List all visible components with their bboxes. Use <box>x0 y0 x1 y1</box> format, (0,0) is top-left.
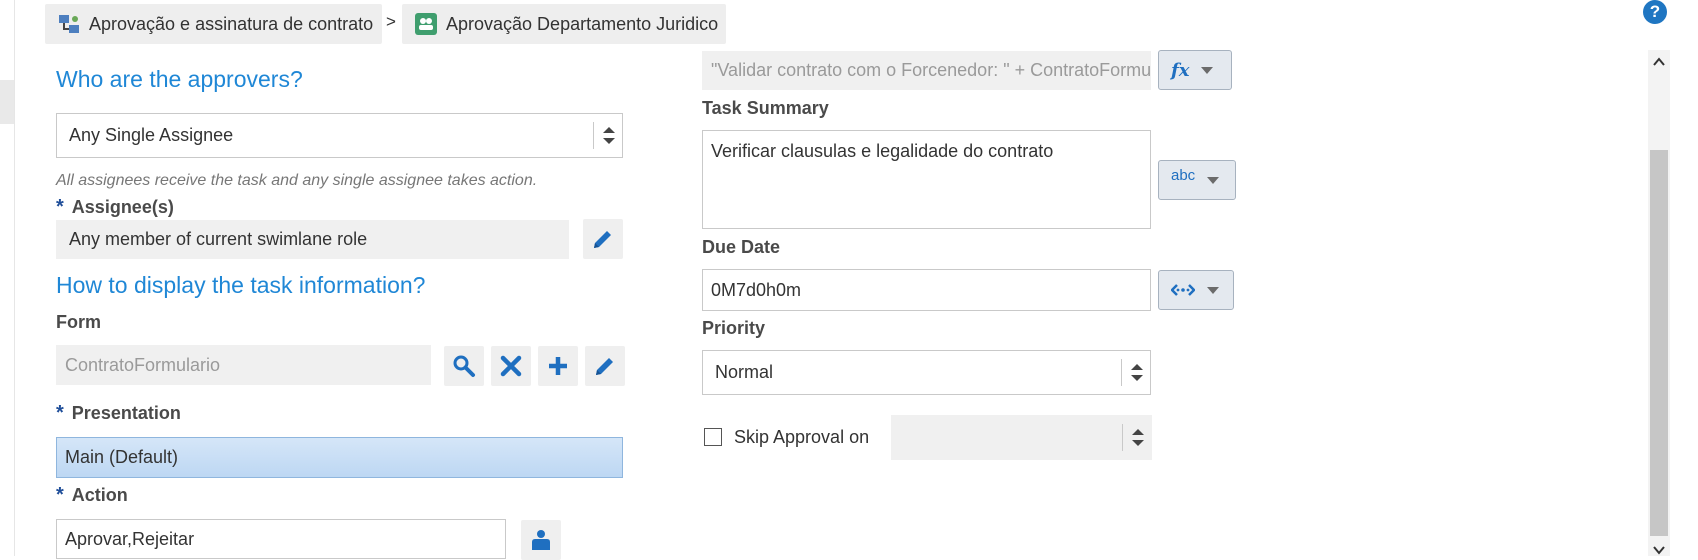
title-expression-value: "Validar contrato com o Forcenedor: " + … <box>711 60 1151 80</box>
form-value: ContratoFormulario <box>65 354 221 375</box>
pencil-icon <box>596 358 613 375</box>
breadcrumb-item-process[interactable]: Aprovação e assinatura de contrato <box>45 4 382 44</box>
assignment-type-value: Any Single Assignee <box>69 125 234 145</box>
pencil-icon <box>594 231 611 248</box>
presentation-label-text: Presentation <box>71 403 181 423</box>
close-icon <box>500 355 522 377</box>
assignment-hint: All assignees receive the task and any s… <box>56 172 538 189</box>
priority-value: Normal <box>715 362 774 382</box>
breadcrumb-item-task[interactable]: Aprovação Departamento Juridico <box>402 4 726 44</box>
breadcrumb-separator: > <box>386 12 396 31</box>
process-flow-icon <box>57 12 81 36</box>
form-field[interactable]: ContratoFormulario <box>56 345 431 385</box>
display-heading: How to display the task information? <box>56 272 426 298</box>
left-panel-edge <box>0 0 15 556</box>
assignment-type-select[interactable]: Any Single Assignee <box>56 113 623 158</box>
fx-icon: fx <box>1171 59 1190 81</box>
priority-select[interactable]: Normal <box>702 350 1151 395</box>
action-label: * Action <box>56 484 128 507</box>
required-mark: * <box>56 196 64 218</box>
abc-icon: abc <box>1171 166 1196 184</box>
presentation-label: * Presentation <box>56 402 181 425</box>
select-spinner-icon <box>593 122 622 149</box>
search-form-button[interactable] <box>444 346 484 386</box>
panel-edge-marker <box>0 80 14 124</box>
edit-form-button[interactable] <box>585 346 625 386</box>
search-icon <box>453 355 475 377</box>
clear-form-button[interactable] <box>491 346 531 386</box>
approvers-heading: Who are the approvers? <box>56 66 303 92</box>
action-value: Aprovar,Rejeitar <box>65 528 195 549</box>
skip-approval-label: Skip Approval on <box>734 427 870 447</box>
due-date-value: 0M7d0h0m <box>711 279 802 300</box>
title-mode-dropdown[interactable]: fx <box>1158 50 1232 90</box>
scrollbar-thumb[interactable] <box>1650 150 1668 536</box>
required-mark: * <box>56 402 64 424</box>
breadcrumb-label: Aprovação e assinatura de contrato <box>89 13 374 34</box>
task-summary-label: Task Summary <box>702 98 829 118</box>
chevron-down-icon <box>1207 176 1220 184</box>
due-date-field[interactable]: 0M7d0h0m <box>702 269 1151 311</box>
required-mark: * <box>56 484 64 506</box>
approval-task-icon <box>414 12 438 36</box>
user-icon <box>532 530 550 550</box>
title-expression-field[interactable]: "Validar contrato com o Forcenedor: " + … <box>702 51 1151 90</box>
due-date-mode-dropdown[interactable] <box>1158 270 1234 310</box>
action-field[interactable]: Aprovar,Rejeitar <box>56 519 506 559</box>
chevron-down-icon <box>1201 66 1214 74</box>
select-action-button[interactable] <box>521 520 561 560</box>
presentation-value: Main (Default) <box>65 447 179 467</box>
skip-approval-checkbox[interactable] <box>704 428 722 446</box>
breadcrumb-label: Aprovação Departamento Juridico <box>446 13 719 34</box>
select-spinner-icon <box>1121 359 1150 386</box>
assignees-label: * Assignee(s) <box>56 196 174 219</box>
due-date-label: Due Date <box>702 237 781 257</box>
scroll-up-icon[interactable] <box>1652 56 1666 68</box>
form-label: Form <box>56 312 101 332</box>
chevron-down-icon <box>1207 286 1219 294</box>
priority-label: Priority <box>702 318 766 338</box>
scroll-down-icon[interactable] <box>1652 544 1666 556</box>
help-icon[interactable]: ? <box>1643 0 1667 24</box>
link-arrows-icon <box>1171 284 1195 296</box>
assignees-value: Any member of current swimlane role <box>69 229 368 249</box>
select-spinner-icon <box>1122 424 1151 451</box>
edit-assignees-button[interactable] <box>583 219 623 259</box>
summary-mode-dropdown[interactable]: abc <box>1158 160 1236 200</box>
assignees-label-text: Assignee(s) <box>71 197 174 217</box>
presentation-list-item[interactable]: Main (Default) <box>56 437 623 478</box>
plus-icon <box>549 357 567 375</box>
action-label-text: Action <box>71 485 128 505</box>
task-summary-textarea[interactable]: Verificar clausulas e legalidade do cont… <box>702 130 1151 229</box>
assignees-field[interactable]: Any member of current swimlane role <box>56 220 569 259</box>
skip-approval-select[interactable] <box>891 415 1152 460</box>
task-summary-value: Verificar clausulas e legalidade do cont… <box>711 141 1054 161</box>
add-form-button[interactable] <box>538 346 578 386</box>
vertical-scrollbar[interactable] <box>1648 50 1670 556</box>
